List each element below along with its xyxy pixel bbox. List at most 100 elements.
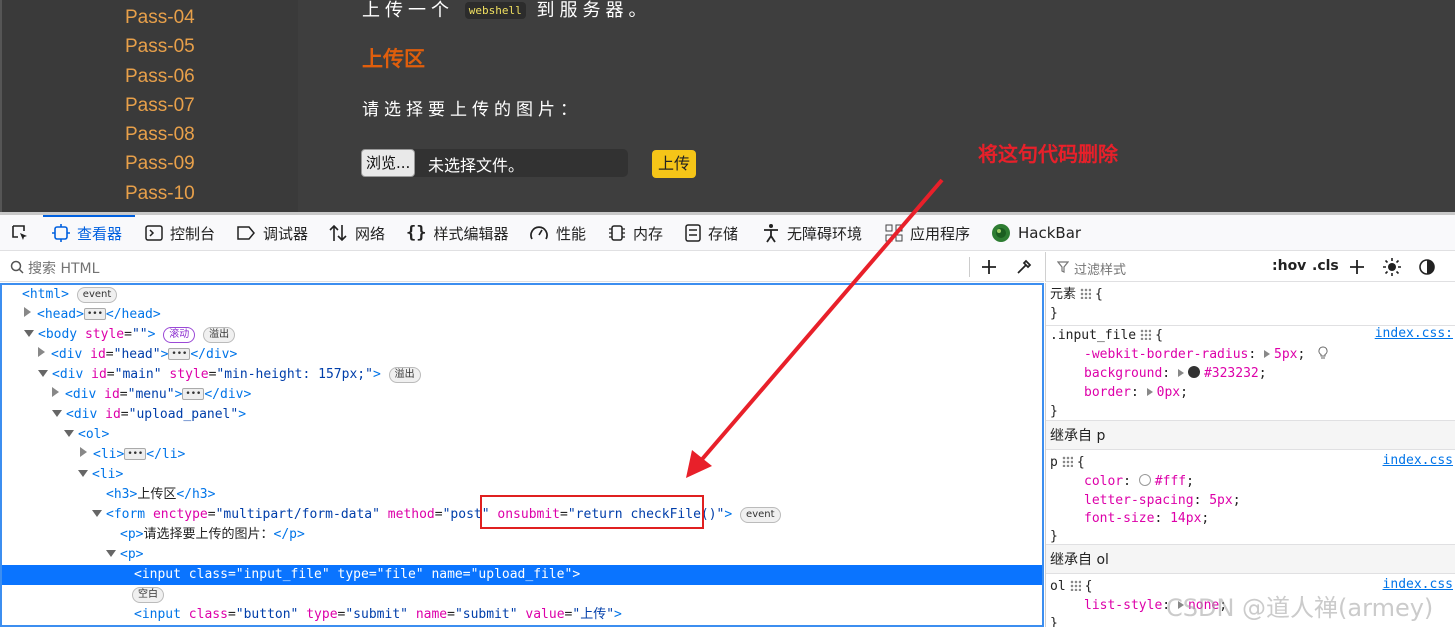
pass-link-06[interactable]: Pass-06 [125,66,195,88]
pass-link-04[interactable]: Pass-04 [125,7,195,29]
tab-memory-label: 内存 [633,224,664,243]
light-theme-icon[interactable] [1382,257,1402,277]
expand-twisty[interactable] [80,447,87,457]
tab-storage[interactable]: 存储 [685,215,738,251]
event-badge[interactable]: event [76,287,118,303]
rule1-prop-border[interactable]: border: 0px; [1084,383,1188,402]
tab-accessibility[interactable]: 无障碍环境 [762,215,862,251]
prop-value[interactable]: 5px [1209,493,1232,508]
pass-link-08[interactable]: Pass-08 [125,124,195,146]
style-filter-input[interactable]: 过滤样式 [1074,259,1126,278]
style-filter-bar[interactable]: 过滤样式 :hov .cls [1045,252,1455,282]
grid-highlighter-icon[interactable] [1140,329,1152,340]
rule1-source-link[interactable]: index.css: [1375,326,1453,341]
collapse-twisty[interactable] [78,470,88,477]
html-search-input[interactable]: 搜索 HTML [28,258,99,278]
whitespace-badge[interactable]: 空白 [132,587,164,603]
node-input-submit[interactable]: <input class="button" type="submit" name… [2,605,1042,625]
rule2-source-link[interactable]: index.css [1383,453,1453,468]
add-node-icon[interactable] [980,258,998,276]
prop-value[interactable]: 5px [1274,347,1297,362]
scroll-badge[interactable]: 滚动 [163,327,196,343]
rule2-prop-letter-spacing[interactable]: letter-spacing: 5px; [1084,491,1241,510]
collapse-twisty[interactable] [52,410,62,417]
tab-network[interactable]: 网络 [328,215,385,251]
rule2-selector-line[interactable]: p{ [1050,453,1085,472]
cls-toggle[interactable]: .cls [1312,258,1339,274]
tab-performance[interactable]: 性能 [529,215,586,251]
tab-application[interactable]: 应用程序 [885,215,970,251]
color-swatch[interactable] [1187,366,1200,378]
color-swatch[interactable] [1138,474,1151,486]
prop-value[interactable]: #fff [1155,474,1186,489]
node-head[interactable]: <head> ••• </head> [2,305,1042,325]
node-body[interactable]: <body style=""> 滚动 溢出 [2,325,1042,345]
tab-debugger[interactable]: 调试器 [236,215,308,251]
element-rule[interactable]: 元素{ [1050,285,1103,304]
lightbulb-icon[interactable] [1317,346,1329,360]
dark-theme-icon[interactable] [1418,258,1436,276]
pass-link-09[interactable]: Pass-09 [125,153,195,175]
collapse-twisty[interactable] [64,430,74,437]
grid-highlighter-icon[interactable] [1061,456,1073,467]
grid-highlighter-icon[interactable] [1069,580,1081,591]
node-div-main[interactable]: <div id="main" style="min-height: 157px;… [2,365,1042,385]
node-ol[interactable]: <ol> [2,425,1042,445]
expand-twisty[interactable] [24,307,31,317]
tab-style-editor[interactable]: {} 样式编辑器 [406,215,509,251]
prop-value[interactable]: 14px [1170,511,1201,526]
collapse-twisty[interactable] [106,550,116,557]
event-badge[interactable]: event [740,507,781,523]
rule1-prop-radius[interactable]: -webkit-border-radius: 5px; [1084,345,1329,364]
tab-hackbar[interactable]: HackBar [991,215,1081,251]
collapse-twisty[interactable] [92,510,102,517]
watermark: CSDN @道人禅(armey) [1166,594,1434,622]
collapse-twisty[interactable] [38,370,48,377]
expand-twisty[interactable] [52,387,59,397]
node-li-collapsed[interactable]: <li> ••• </li> [2,445,1042,465]
collapsed-ellipsis-icon[interactable]: ••• [182,388,205,400]
grid-highlighter-icon[interactable] [1080,288,1092,299]
expand-arrow-icon[interactable] [1146,388,1153,396]
pass-link-10[interactable]: Pass-10 [125,183,195,205]
eyedropper-icon[interactable] [1015,258,1033,276]
overflow-badge[interactable]: 溢出 [203,327,236,343]
rule1-prop-background[interactable]: background: #323232; [1084,364,1267,383]
expand-arrow-icon[interactable] [1177,369,1184,377]
tab-memory[interactable]: 内存 [608,215,663,251]
upload-submit-button[interactable]: 上传 [652,150,697,178]
tab-console[interactable]: 控制台 [145,215,215,251]
tag-h3-close: </h3> [176,487,216,502]
collapse-twisty[interactable] [24,330,34,337]
rule2-prop-color[interactable]: color: #fff; [1084,472,1194,491]
tag-body: <body [38,327,78,342]
add-rule-icon[interactable] [1348,258,1366,276]
expand-twisty[interactable] [38,347,45,357]
hov-toggle[interactable]: :hov [1272,258,1306,274]
node-p[interactable]: <p> [2,545,1042,565]
grid-icon [885,224,903,242]
tab-inspector[interactable]: 查看器 [52,215,122,251]
node-div-upload-panel[interactable]: <div id="upload_panel"> [2,405,1042,425]
collapsed-ellipsis-icon[interactable]: ••• [168,348,191,360]
node-html[interactable]: <html> event [2,285,1042,305]
prop-value[interactable]: #323232 [1204,366,1259,381]
collapsed-ellipsis-icon[interactable]: ••• [124,448,147,460]
node-li[interactable]: <li> [2,465,1042,485]
pass-link-05[interactable]: Pass-05 [125,36,195,58]
expand-arrow-icon[interactable] [1264,350,1271,358]
collapsed-ellipsis-icon[interactable]: ••• [83,308,106,320]
html-search-bar[interactable]: 搜索 HTML [0,252,1044,282]
pass-link-07[interactable]: Pass-07 [125,95,195,117]
node-div-menu[interactable]: <div id="menu"> ••• </div> [2,385,1042,405]
node-input-file-selected[interactable]: <input class="input_file" type="file" na… [2,565,1042,585]
rule1-selector-line[interactable]: .input_file{ [1050,326,1163,345]
prop-value[interactable]: 0px [1157,385,1180,400]
rule2-prop-font-size[interactable]: font-size: 14px; [1084,509,1209,528]
node-div-head[interactable]: <div id="head"> ••• </div> [2,345,1042,365]
rule3-selector-line[interactable]: ol{ [1050,577,1092,596]
element-picker-button[interactable] [10,215,30,251]
node-whitespace[interactable]: 空白 [2,585,1042,605]
overflow-badge[interactable]: 溢出 [388,367,421,383]
browse-button[interactable]: 浏览... [361,149,416,177]
